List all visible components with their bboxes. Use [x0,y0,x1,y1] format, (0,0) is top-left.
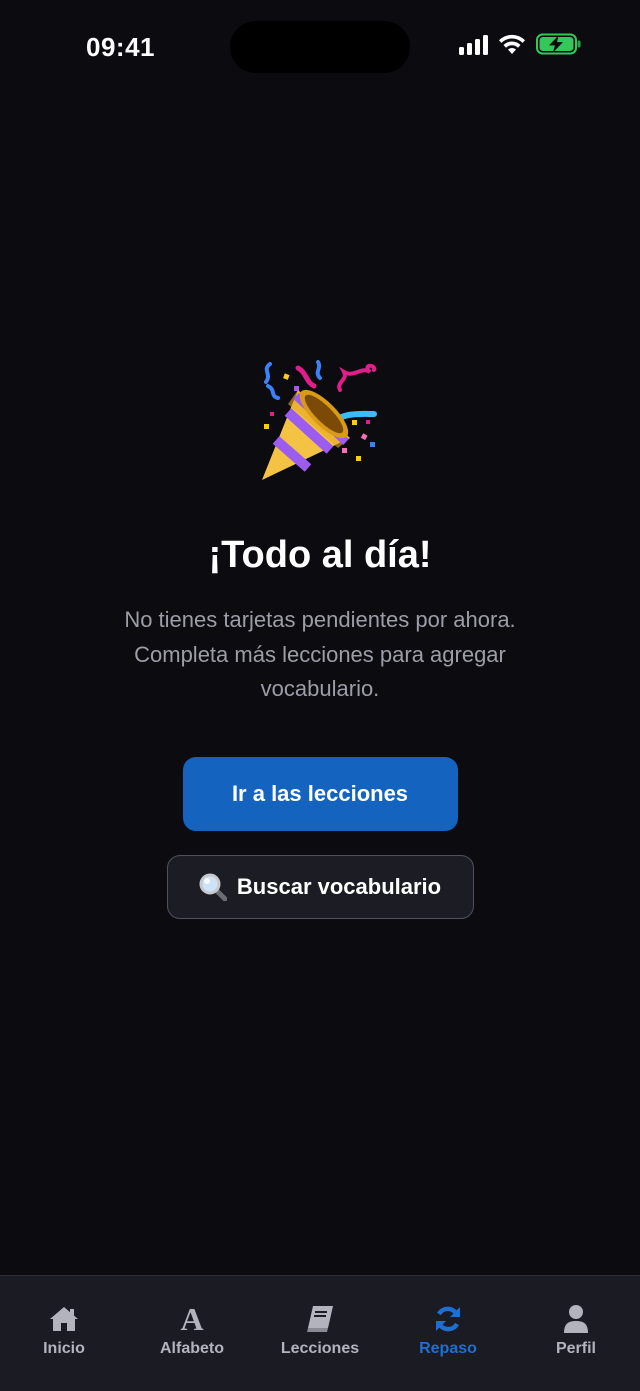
tab-label: Repaso [419,1340,477,1357]
home-icon [49,1304,79,1334]
dynamic-island [230,21,410,73]
status-bar: 09:41 [0,0,640,96]
tab-label: Alfabeto [160,1340,224,1357]
tab-inicio[interactable]: Inicio [0,1276,128,1391]
status-time: 09:41 [86,32,155,62]
search-vocabulary-button[interactable]: Buscar vocabulario [166,854,474,919]
empty-state: ¡Todo al día! No tienes tarjetas pendien… [0,360,640,919]
refresh-icon [433,1304,463,1334]
tab-perfil[interactable]: Perfil [512,1276,640,1391]
party-popper-icon [262,360,377,480]
tab-label: Lecciones [280,1340,360,1357]
tab-repaso[interactable]: Repaso [384,1276,512,1391]
tab-alfabeto[interactable]: A Alfabeto [128,1276,256,1391]
tab-bar: Inicio A Alfabeto Lecciones Repaso Perfi… [0,1275,640,1391]
tab-lecciones[interactable]: Lecciones [256,1276,384,1391]
book-icon [305,1304,335,1334]
status-icons [459,33,582,55]
empty-state-message: No tienes tarjetas pendientes por ahora.… [124,607,516,701]
page-title: ¡Todo al día! [208,534,432,576]
go-to-lessons-button[interactable]: Ir a las lecciones [182,756,458,831]
battery-charging-icon [536,33,582,55]
go-to-lessons-label: Ir a las lecciones [231,780,409,806]
alphabet-icon: A [180,1301,204,1337]
search-vocabulary-label: Buscar vocabulario [236,873,442,899]
signal-icon [459,33,488,55]
review-screen: 09:41 ¡Todo al día! No tienes tarjetas p… [0,0,640,1391]
tab-label: Inicio [43,1340,85,1357]
wifi-icon [498,33,526,55]
user-icon [561,1304,591,1334]
magnifier-icon [199,873,227,901]
tab-label: Perfil [555,1340,596,1357]
